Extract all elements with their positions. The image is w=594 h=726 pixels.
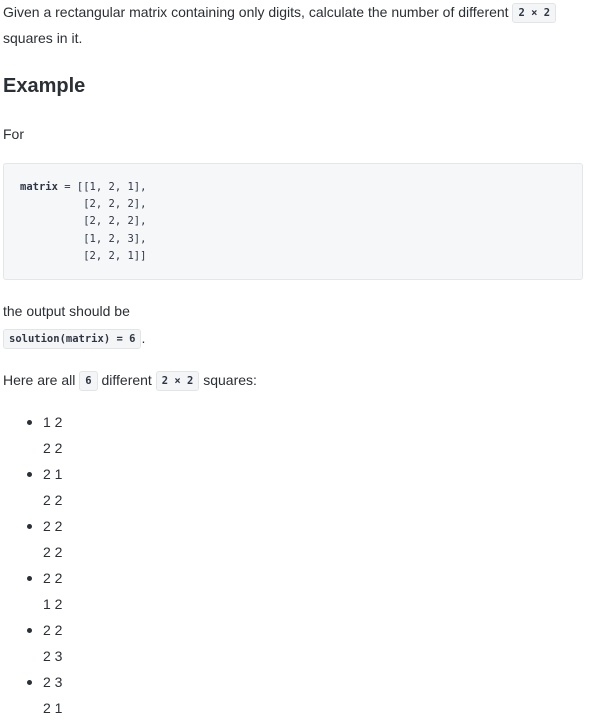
for-label: For [3, 126, 24, 142]
bullet-icon [27, 628, 32, 633]
list-item: 2 2 1 2 [3, 567, 203, 619]
square-row-1: 2 2 [43, 570, 63, 586]
output-label: the output should be [3, 303, 130, 319]
square-row-1: 2 2 [43, 518, 63, 534]
square-row-1: 1 2 [43, 414, 63, 430]
square-row-2: 2 2 [43, 544, 63, 560]
bullet-icon [27, 576, 32, 581]
square-row-2: 2 3 [43, 648, 63, 664]
summary-count-code: 6 [79, 371, 98, 391]
summary-size-code: 2 × 2 [155, 371, 200, 391]
summary-text-before: Here are all [3, 372, 80, 388]
code-line: [2, 2, 1]] [20, 249, 147, 262]
bullet-icon [27, 680, 32, 685]
intro-line-2: squares in it. [3, 27, 82, 49]
square-row-2: 2 2 [43, 440, 63, 456]
code-line: matrix = [[1, 2, 1], [20, 181, 147, 193]
list-item: 1 2 2 2 [3, 411, 203, 463]
list-item: 2 3 2 1 [3, 671, 203, 723]
list-item: 2 1 2 2 [3, 463, 203, 515]
example-heading: Example [3, 75, 86, 97]
square-row-2: 1 2 [43, 596, 63, 612]
intro-text-end: squares in it. [3, 30, 83, 46]
bullet-icon [27, 420, 32, 425]
summary-line: Here are all 6 different 2 × 2 squares: [3, 369, 257, 391]
square-row-2: 2 2 [43, 492, 63, 508]
code-line: [2, 2, 2], [20, 215, 147, 228]
output-period: . [141, 330, 146, 346]
code-line: [1, 2, 3], [20, 232, 147, 245]
intro-size-code: 2 × 2 [512, 3, 557, 23]
list-item: 2 2 2 3 [3, 619, 203, 671]
example-code-block: matrix = [[1, 2, 1], [2, 2, 2], [2, 2, 2… [3, 163, 583, 280]
summary-text-middle: different [97, 372, 156, 388]
list-item: 2 2 2 2 [3, 515, 203, 567]
code-line: [2, 2, 2], [20, 198, 147, 211]
square-row-1: 2 2 [43, 622, 63, 638]
output-code: solution(matrix) = 6 [3, 329, 142, 349]
intro-text: Given a rectangular matrix containing on… [3, 4, 513, 20]
bullet-icon [27, 472, 32, 477]
summary-text-after: squares: [199, 372, 257, 388]
output-line: solution(matrix) = 6. [3, 327, 145, 349]
square-row-1: 2 1 [43, 466, 63, 482]
square-row-1: 2 3 [43, 674, 63, 690]
example-code: matrix = [[1, 2, 1], [2, 2, 2], [2, 2, 2… [20, 179, 146, 265]
square-row-2: 2 1 [43, 700, 63, 716]
bullet-icon [27, 524, 32, 529]
intro-line-1: Given a rectangular matrix containing on… [3, 1, 557, 23]
squares-list: 1 2 2 2 2 1 2 2 2 2 2 2 2 2 1 2 2 2 2 3 … [3, 411, 203, 723]
